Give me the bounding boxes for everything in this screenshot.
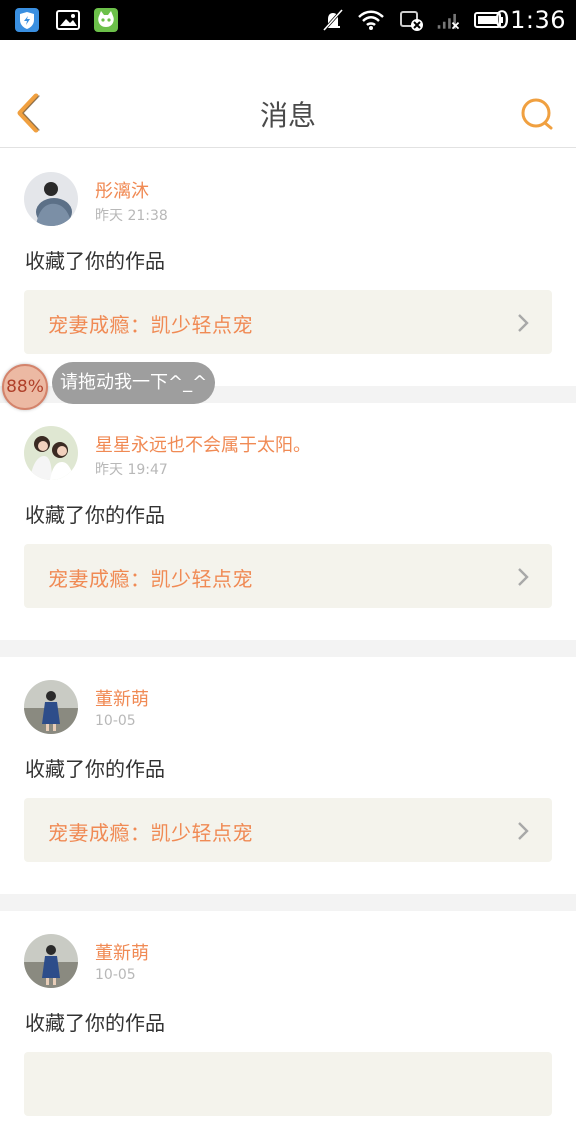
message-time: 10-05 [95, 967, 136, 983]
work-link[interactable]: 宠妻成瘾：凯少轻点宠 [24, 798, 552, 862]
avatar[interactable] [24, 680, 78, 734]
signal-icon [437, 13, 460, 30]
avatar[interactable] [24, 426, 78, 480]
status-bar: 01:36 [0, 0, 576, 40]
action-text: 收藏了你的作品 [25, 1011, 165, 1035]
message-card: 董新萌 10-05 收藏了你的作品 [0, 911, 576, 1148]
chevron-right-icon [518, 568, 529, 586]
message-time: 昨天 19:47 [95, 462, 168, 478]
sim-error-icon [400, 11, 423, 31]
work-link[interactable]: 宠妻成瘾：凯少轻点宠 [24, 290, 552, 354]
header-bar: 消息 [0, 40, 576, 148]
chevron-right-icon [518, 822, 529, 840]
floating-percent: 88% [6, 377, 44, 397]
username[interactable]: 星星永远也不会属于太阳。 [95, 431, 311, 457]
action-text: 收藏了你的作品 [25, 503, 165, 527]
message-time: 昨天 21:38 [95, 208, 168, 224]
image-notification-icon [56, 10, 80, 30]
work-title: 宠妻成瘾：凯少轻点宠 [48, 313, 253, 337]
work-title: 宠妻成瘾：凯少轻点宠 [48, 821, 253, 845]
message-list: 彤漓沐 昨天 21:38 收藏了你的作品 宠妻成瘾：凯少轻点宠 星星永远也不会属… [0, 149, 576, 1148]
work-title: 宠妻成瘾：凯少轻点宠 [48, 567, 253, 591]
action-text: 收藏了你的作品 [25, 249, 165, 273]
cat-app-icon [94, 8, 118, 32]
username[interactable]: 彤漓沐 [95, 177, 149, 203]
avatar[interactable] [24, 172, 78, 226]
notifications-muted-icon [322, 8, 344, 32]
shield-app-icon [15, 8, 39, 32]
avatar[interactable] [24, 934, 78, 988]
divider [0, 894, 576, 911]
message-card: 彤漓沐 昨天 21:38 收藏了你的作品 宠妻成瘾：凯少轻点宠 [0, 149, 576, 386]
username[interactable]: 董新萌 [95, 685, 149, 711]
work-link[interactable]: 宠妻成瘾：凯少轻点宠 [24, 544, 552, 608]
action-text: 收藏了你的作品 [25, 757, 165, 781]
wifi-icon [358, 10, 384, 30]
search-icon[interactable] [518, 95, 556, 133]
message-card: 董新萌 10-05 收藏了你的作品 宠妻成瘾：凯少轻点宠 [0, 657, 576, 894]
username[interactable]: 董新萌 [95, 939, 149, 965]
floating-accelerator-ball[interactable]: 88% [2, 364, 48, 410]
status-time: 01:36 [494, 6, 566, 34]
divider [0, 640, 576, 657]
floating-tip: 请拖动我一下^_^ [52, 362, 216, 404]
chevron-right-icon [518, 314, 529, 332]
message-time: 10-05 [95, 713, 136, 729]
page-title: 消息 [259, 99, 316, 132]
work-link[interactable] [24, 1052, 552, 1116]
message-card: 星星永远也不会属于太阳。 昨天 19:47 收藏了你的作品 宠妻成瘾：凯少轻点宠 [0, 403, 576, 640]
